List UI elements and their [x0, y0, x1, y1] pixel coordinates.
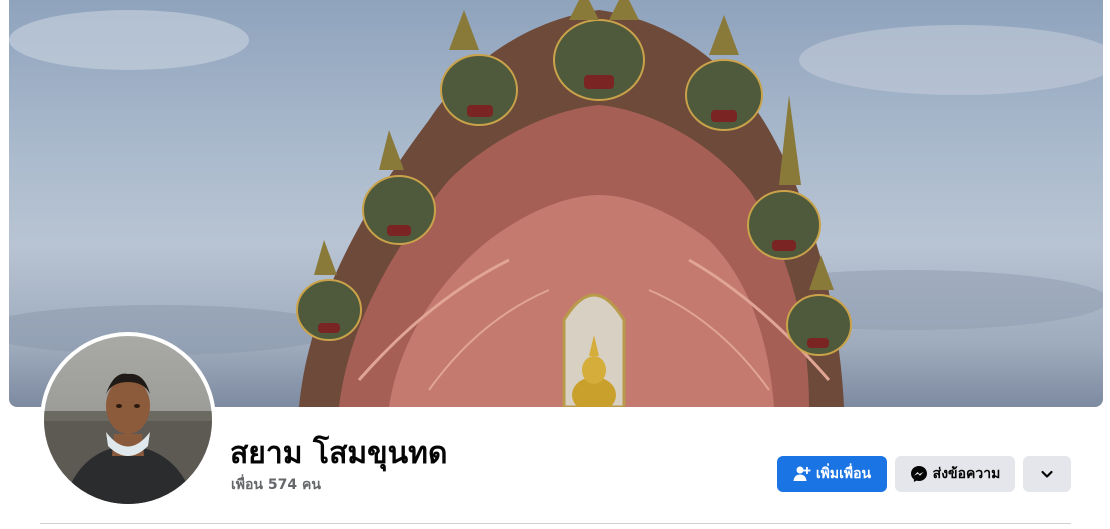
add-friend-button[interactable]: เพิ่มเพื่อน: [777, 456, 887, 492]
user-plus-icon: [793, 465, 811, 483]
avatar-photo: [44, 336, 212, 504]
friends-count-link[interactable]: เพื่อน 574 คน: [231, 474, 321, 496]
profile-name: สยาม โสมขุนทด: [230, 436, 448, 471]
chevron-down-icon: [1038, 465, 1056, 483]
send-message-label: ส่งข้อความ: [932, 466, 1001, 482]
profile-page: สยาม โสมขุนทด เพื่อน 574 คน เพิ่มเพื่อน …: [0, 0, 1110, 529]
profile-avatar[interactable]: [40, 332, 216, 508]
header-divider: [40, 523, 1071, 524]
send-message-button[interactable]: ส่งข้อความ: [895, 456, 1015, 492]
messenger-icon: [910, 465, 928, 483]
more-options-button[interactable]: [1023, 456, 1071, 492]
add-friend-label: เพิ่มเพื่อน: [815, 466, 872, 482]
